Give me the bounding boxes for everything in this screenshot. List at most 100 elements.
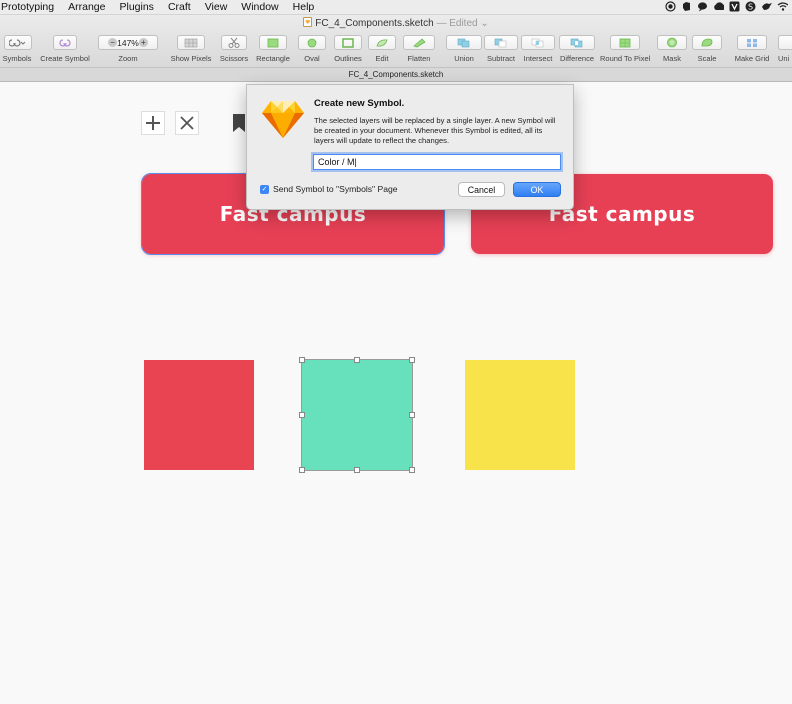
- make-grid-button[interactable]: [737, 35, 767, 50]
- round-to-pixel-label: Round To Pixel: [600, 54, 651, 63]
- rectangle-button[interactable]: [259, 35, 287, 50]
- resize-handle-top-right[interactable]: [409, 357, 415, 363]
- dialog-message: The selected layers will be replaced by …: [314, 116, 556, 145]
- record-icon[interactable]: [665, 1, 676, 12]
- truncated-tool[interactable]: Uni: [778, 35, 792, 63]
- show-pixels-button[interactable]: [177, 35, 205, 50]
- intersect-tool[interactable]: Intersect: [521, 35, 555, 63]
- menu-window[interactable]: Window: [234, 0, 285, 15]
- outlines-tool[interactable]: Outlines: [332, 35, 364, 63]
- union-button[interactable]: [446, 35, 482, 50]
- subtract-button[interactable]: [484, 35, 518, 50]
- create-symbol-tool[interactable]: Create Symbol: [39, 35, 91, 63]
- scissors-label: Scissors: [219, 54, 249, 63]
- scale-label: Scale: [697, 54, 717, 63]
- zoom-tool: − 147% + Zoom: [98, 35, 158, 63]
- cancel-button[interactable]: Cancel: [458, 182, 505, 197]
- mask-icon: [667, 37, 677, 48]
- difference-button[interactable]: [559, 35, 595, 50]
- union-label: Union: [454, 54, 474, 63]
- skype-icon[interactable]: S: [745, 1, 756, 12]
- round-to-pixel-tool[interactable]: Round To Pixel: [600, 35, 650, 63]
- difference-icon: [570, 38, 583, 48]
- make-grid-tool[interactable]: Make Grid: [732, 35, 772, 63]
- oval-tool[interactable]: Oval: [298, 35, 326, 63]
- symbols-button[interactable]: [4, 35, 32, 50]
- close-icon[interactable]: [175, 111, 199, 135]
- send-to-symbols-page-checkbox[interactable]: ✓ Send Symbol to "Symbols" Page: [260, 184, 398, 194]
- rectangle-icon: [267, 38, 279, 47]
- resize-handle-right[interactable]: [409, 412, 415, 418]
- show-pixels-tool[interactable]: Show Pixels: [168, 35, 214, 63]
- menu-bar: Prototyping Arrange Plugins Craft View W…: [0, 0, 792, 15]
- show-pixels-label: Show Pixels: [170, 54, 212, 63]
- symbol-name-input[interactable]: [313, 154, 561, 170]
- red-square[interactable]: [144, 360, 254, 470]
- zoom-value: 147%: [117, 37, 139, 48]
- flatten-tool[interactable]: Flatten: [402, 35, 436, 63]
- mask-tool[interactable]: Mask: [657, 35, 687, 63]
- oval-label: Oval: [304, 54, 320, 63]
- pen-edit-icon: [376, 38, 388, 47]
- outlines-label: Outlines: [334, 54, 362, 63]
- edit-label: Edit: [375, 54, 389, 63]
- ok-button[interactable]: OK: [513, 182, 561, 197]
- yellow-square[interactable]: [465, 360, 575, 470]
- resize-handle-left[interactable]: [299, 412, 305, 418]
- zoom-in-button[interactable]: +: [138, 38, 148, 47]
- symbols-tool[interactable]: Symbols: [3, 35, 32, 63]
- document-tab[interactable]: FC_4_Components.sketch: [0, 68, 792, 82]
- scissors-icon: [228, 37, 240, 48]
- round-to-pixel-button[interactable]: [610, 35, 640, 50]
- bird-icon[interactable]: [761, 1, 772, 12]
- zoom-out-button[interactable]: −: [108, 38, 118, 47]
- resize-handle-bottom-left[interactable]: [299, 467, 305, 473]
- rectangle-tool[interactable]: Rectangle: [254, 35, 292, 63]
- outlines-button[interactable]: [334, 35, 362, 50]
- oval-icon: [307, 38, 317, 47]
- menu-arrange[interactable]: Arrange: [61, 0, 112, 15]
- sketch-file-icon: [303, 17, 313, 27]
- resize-handle-bottom[interactable]: [354, 467, 360, 473]
- flatten-label: Flatten: [407, 54, 431, 63]
- menu-plugins[interactable]: Plugins: [112, 0, 160, 15]
- app-icon[interactable]: [729, 1, 740, 12]
- union-icon: [457, 38, 470, 48]
- chevron-down-icon[interactable]: ⌄: [480, 18, 488, 29]
- union-tool[interactable]: Union: [446, 35, 482, 63]
- edit-button[interactable]: [368, 35, 396, 50]
- scissors-tool[interactable]: Scissors: [218, 35, 250, 63]
- plus-icon[interactable]: [141, 111, 165, 135]
- evernote-icon[interactable]: [681, 1, 692, 12]
- zoom-label: Zoom: [118, 54, 138, 63]
- wifi-icon[interactable]: [777, 1, 788, 12]
- messages-icon[interactable]: [697, 1, 708, 12]
- dialog-title: Create new Symbol.: [314, 98, 405, 109]
- creative-cloud-icon[interactable]: [713, 1, 724, 12]
- sketch-logo-icon: [262, 101, 304, 138]
- difference-tool[interactable]: Difference: [557, 35, 597, 63]
- resize-handle-bottom-right[interactable]: [409, 467, 415, 473]
- edit-tool[interactable]: Edit: [368, 35, 396, 63]
- oval-button[interactable]: [298, 35, 326, 50]
- menu-craft[interactable]: Craft: [161, 0, 198, 15]
- create-symbol-dialog: Create new Symbol. The selected layers w…: [246, 84, 574, 210]
- intersect-button[interactable]: [521, 35, 555, 50]
- mask-button[interactable]: [657, 35, 687, 50]
- resize-handle-top[interactable]: [354, 357, 360, 363]
- menu-prototyping[interactable]: Prototyping: [0, 0, 61, 15]
- truncated-button[interactable]: [778, 35, 792, 50]
- menu-help[interactable]: Help: [286, 0, 322, 15]
- mint-square-selected[interactable]: [299, 357, 415, 473]
- symbol-icon: [9, 38, 26, 47]
- subtract-tool[interactable]: Subtract: [484, 35, 518, 63]
- subtract-label: Subtract: [487, 54, 515, 63]
- scale-button[interactable]: [692, 35, 722, 50]
- create-symbol-button[interactable]: [53, 35, 77, 50]
- menu-view[interactable]: View: [198, 0, 235, 15]
- resize-handle-top-left[interactable]: [299, 357, 305, 363]
- scissors-button[interactable]: [221, 35, 247, 50]
- checkbox-checked-icon[interactable]: ✓: [260, 184, 269, 194]
- flatten-button[interactable]: [403, 35, 435, 50]
- scale-tool[interactable]: Scale: [692, 35, 722, 63]
